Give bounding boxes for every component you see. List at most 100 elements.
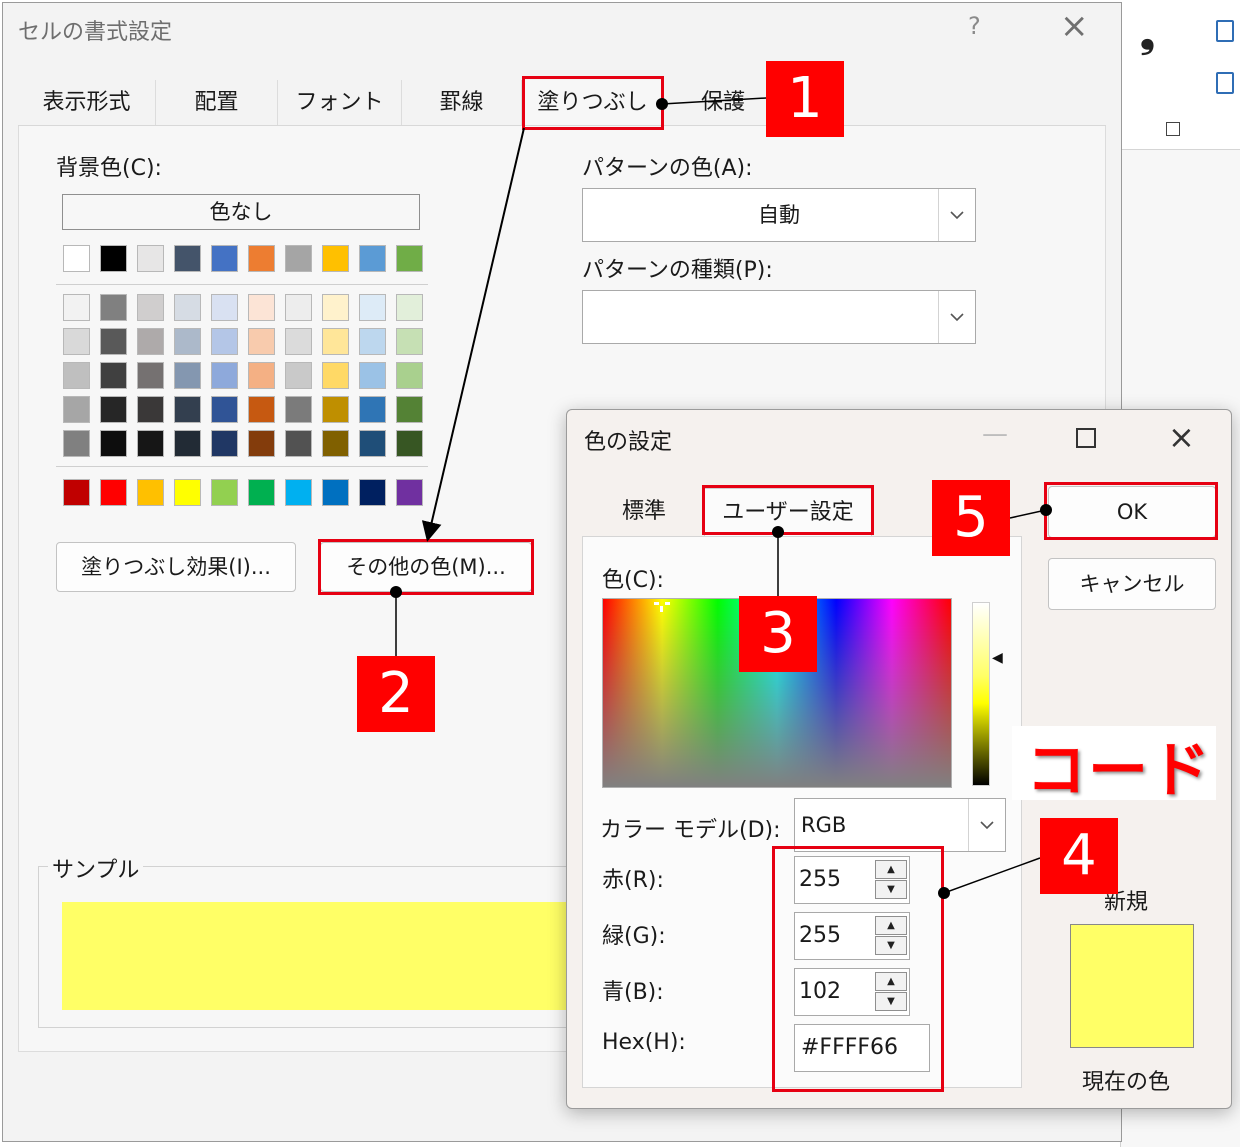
help-button[interactable]: ?	[968, 12, 981, 40]
theme-shade-swatch-r1-9[interactable]	[359, 294, 386, 321]
theme-color-swatch-1[interactable]	[63, 245, 90, 272]
standard-color-swatch-3[interactable]	[137, 479, 164, 506]
close-button[interactable]: ×	[1168, 418, 1195, 456]
tab-number[interactable]: 表示形式	[18, 80, 156, 126]
standard-color-swatch-10[interactable]	[396, 479, 423, 506]
tab-font[interactable]: フォント	[278, 80, 402, 126]
theme-color-swatch-4[interactable]	[174, 245, 201, 272]
theme-shade-swatch-r4-9[interactable]	[359, 396, 386, 423]
theme-shade-swatch-r4-6[interactable]	[248, 396, 275, 423]
comma-style-icon[interactable]: ❟	[1140, 12, 1155, 57]
format-icon-1[interactable]	[1216, 20, 1234, 42]
theme-shade-swatch-r4-3[interactable]	[137, 396, 164, 423]
fill-effects-button[interactable]: 塗りつぶし効果(I)...	[56, 542, 296, 592]
theme-shade-swatch-r2-7[interactable]	[285, 328, 312, 355]
theme-shade-swatch-r4-4[interactable]	[174, 396, 201, 423]
theme-shade-swatch-r5-8[interactable]	[322, 430, 349, 457]
theme-shade-swatch-r5-10[interactable]	[396, 430, 423, 457]
standard-color-swatch-2[interactable]	[100, 479, 127, 506]
theme-color-swatch-6[interactable]	[248, 245, 275, 272]
theme-color-swatch-2[interactable]	[100, 245, 127, 272]
theme-shade-swatch-r3-8[interactable]	[322, 362, 349, 389]
tab-standard[interactable]: 標準	[584, 488, 704, 536]
theme-shade-swatch-r3-2[interactable]	[100, 362, 127, 389]
theme-shade-swatch-r2-4[interactable]	[174, 328, 201, 355]
chevron-down-icon[interactable]	[968, 799, 1005, 851]
theme-shade-swatch-r2-2[interactable]	[100, 328, 127, 355]
theme-shade-swatch-r5-6[interactable]	[248, 430, 275, 457]
cancel-button[interactable]: キャンセル	[1048, 558, 1216, 610]
blue-label: 青(B):	[602, 980, 664, 1005]
theme-shade-swatch-r1-6[interactable]	[248, 294, 275, 321]
theme-color-swatch-5[interactable]	[211, 245, 238, 272]
theme-shade-swatch-r5-7[interactable]	[285, 430, 312, 457]
theme-shade-swatch-r2-8[interactable]	[322, 328, 349, 355]
theme-shade-swatch-r1-3[interactable]	[137, 294, 164, 321]
theme-shade-swatch-r1-2[interactable]	[100, 294, 127, 321]
theme-shade-swatch-r1-10[interactable]	[396, 294, 423, 321]
theme-shade-swatch-r5-2[interactable]	[100, 430, 127, 457]
theme-color-swatch-7[interactable]	[285, 245, 312, 272]
theme-shade-swatch-r3-9[interactable]	[359, 362, 386, 389]
theme-shade-swatch-r1-5[interactable]	[211, 294, 238, 321]
theme-shade-swatch-r3-1[interactable]	[63, 362, 90, 389]
theme-shade-swatch-r4-7[interactable]	[285, 396, 312, 423]
no-color-button[interactable]: 色なし	[62, 194, 420, 230]
theme-shade-swatch-r5-1[interactable]	[63, 430, 90, 457]
dialog-launcher-icon[interactable]	[1166, 122, 1180, 136]
background-color-label: 背景色(C):	[56, 156, 162, 181]
theme-shade-swatch-r3-5[interactable]	[211, 362, 238, 389]
theme-shade-swatch-r3-3[interactable]	[137, 362, 164, 389]
theme-color-swatch-10[interactable]	[396, 245, 423, 272]
theme-shade-swatch-r1-7[interactable]	[285, 294, 312, 321]
pattern-type-label: パターンの種類(P):	[582, 258, 773, 283]
theme-shade-swatch-r3-10[interactable]	[396, 362, 423, 389]
standard-color-swatch-9[interactable]	[359, 479, 386, 506]
theme-shade-swatch-r2-1[interactable]	[63, 328, 90, 355]
tab-alignment[interactable]: 配置	[156, 80, 278, 126]
standard-color-swatch-4[interactable]	[174, 479, 201, 506]
theme-shade-swatch-r2-3[interactable]	[137, 328, 164, 355]
chevron-down-icon[interactable]	[938, 189, 975, 241]
crosshair-icon[interactable]	[654, 598, 670, 612]
theme-color-swatch-9[interactable]	[359, 245, 386, 272]
theme-shade-swatch-r2-5[interactable]	[211, 328, 238, 355]
theme-shade-swatch-r4-2[interactable]	[100, 396, 127, 423]
theme-shade-swatch-r5-9[interactable]	[359, 430, 386, 457]
theme-shade-swatch-r5-4[interactable]	[174, 430, 201, 457]
theme-shade-swatch-r4-8[interactable]	[322, 396, 349, 423]
standard-color-swatch-7[interactable]	[285, 479, 312, 506]
theme-shade-swatch-r2-10[interactable]	[396, 328, 423, 355]
standard-color-swatch-8[interactable]	[322, 479, 349, 506]
theme-shade-swatch-r1-4[interactable]	[174, 294, 201, 321]
theme-shade-swatch-r3-4[interactable]	[174, 362, 201, 389]
close-button[interactable]: ×	[1060, 6, 1089, 46]
standard-color-swatch-6[interactable]	[248, 479, 275, 506]
pattern-color-dropdown[interactable]: 自動	[582, 188, 976, 242]
tab-protection[interactable]: 保護	[664, 80, 782, 126]
chevron-down-icon[interactable]	[938, 291, 975, 343]
slider-pointer-icon[interactable]: ◀	[992, 650, 1003, 666]
theme-shade-swatch-r5-5[interactable]	[211, 430, 238, 457]
theme-shade-swatch-r4-5[interactable]	[211, 396, 238, 423]
standard-color-swatch-5[interactable]	[211, 479, 238, 506]
theme-shade-swatch-r2-6[interactable]	[248, 328, 275, 355]
theme-shade-swatch-r1-8[interactable]	[322, 294, 349, 321]
format-icon-2[interactable]	[1216, 72, 1234, 94]
luminance-slider[interactable]	[972, 602, 990, 786]
minimize-button[interactable]: —	[982, 419, 1008, 449]
theme-shade-swatch-r5-3[interactable]	[137, 430, 164, 457]
maximize-icon[interactable]	[1076, 428, 1096, 448]
theme-shade-swatch-r4-10[interactable]	[396, 396, 423, 423]
theme-shade-swatch-r2-9[interactable]	[359, 328, 386, 355]
theme-shade-swatch-r3-7[interactable]	[285, 362, 312, 389]
color-model-dropdown[interactable]: RGB	[794, 798, 1006, 852]
theme-color-swatch-8[interactable]	[322, 245, 349, 272]
theme-shade-swatch-r1-1[interactable]	[63, 294, 90, 321]
tab-border[interactable]: 罫線	[402, 80, 522, 126]
standard-color-swatch-1[interactable]	[63, 479, 90, 506]
theme-shade-swatch-r4-1[interactable]	[63, 396, 90, 423]
theme-shade-swatch-r3-6[interactable]	[248, 362, 275, 389]
pattern-type-dropdown[interactable]	[582, 290, 976, 344]
theme-color-swatch-3[interactable]	[137, 245, 164, 272]
